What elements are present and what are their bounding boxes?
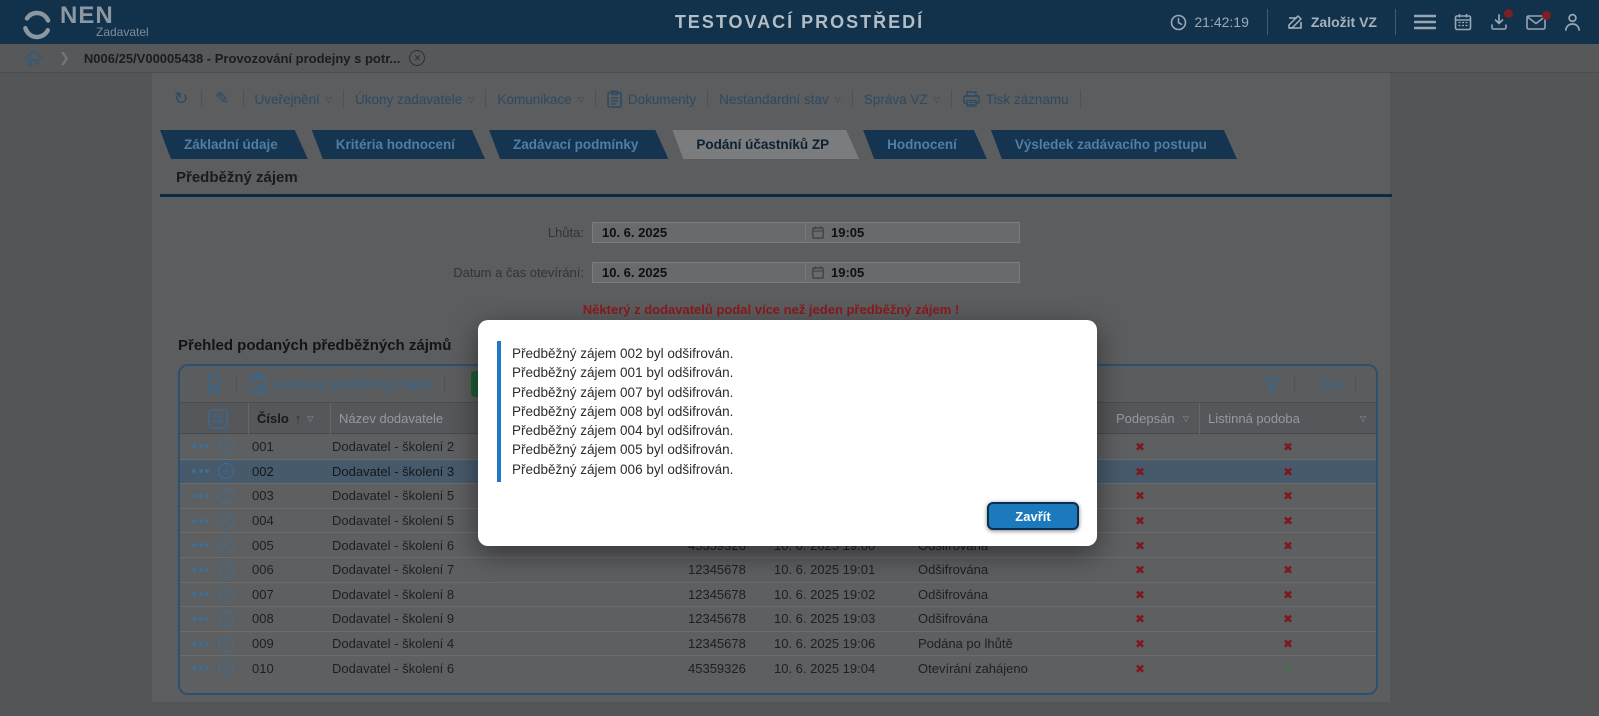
dialog-message: Předběžný zájem 002 byl odšifrován. [512, 346, 734, 361]
dialog-message: Předběžný zájem 008 byl odšifrován. [512, 403, 734, 419]
dialog-message: Předběžný zájem 001 byl odšifrován. [512, 365, 734, 381]
decryption-result-dialog: Předběžný zájem 002 byl odšifrován. Předb… [478, 320, 1097, 546]
close-dialog-button[interactable]: Zavřít [987, 502, 1079, 530]
dialog-message: Předběžný zájem 006 byl odšifrován. [512, 461, 734, 477]
dialog-message: Předběžný zájem 007 byl odšifrován. [512, 384, 734, 400]
dialog-accent-bar [497, 341, 501, 482]
nen-page: NEN Zadavatel TESTOVACÍ PROSTŘEDÍ 21:42:… [0, 0, 1599, 716]
dialog-message: Předběžný zájem 005 byl odšifrován. [512, 442, 734, 458]
dialog-message-list: Předběžný zájem 002 byl odšifrován. Předb… [512, 344, 733, 479]
dialog-message: Předběžný zájem 004 byl odšifrován. [512, 423, 734, 439]
